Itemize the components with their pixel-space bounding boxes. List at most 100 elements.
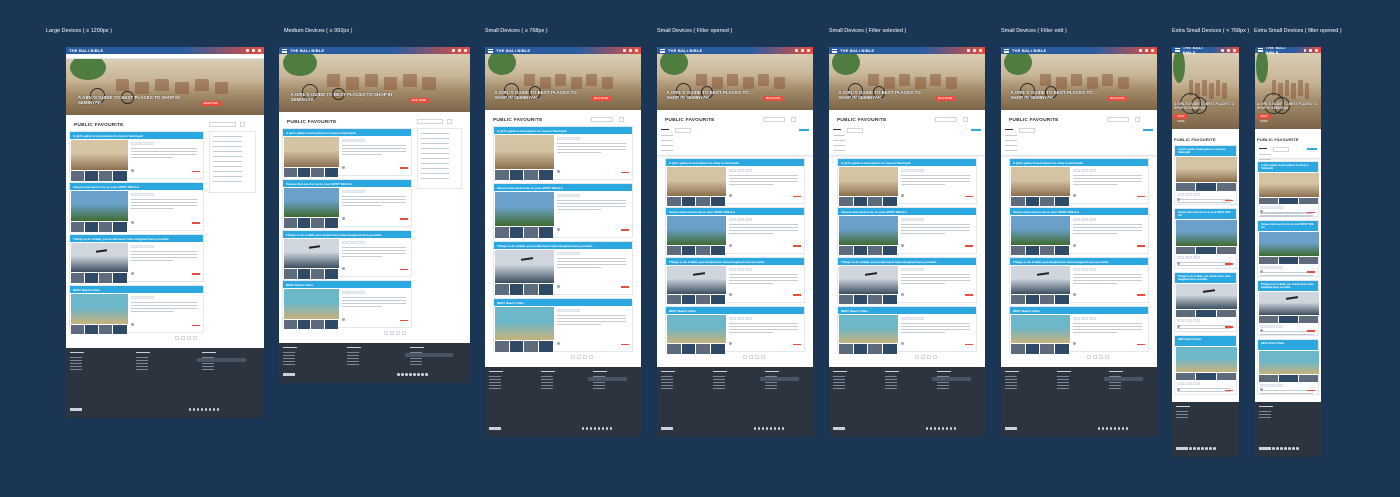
article-card-tag[interactable] <box>900 218 908 222</box>
article-card[interactable]: Venues that need to be on your MUST SEE … <box>1257 220 1319 277</box>
social-icon[interactable] <box>397 373 400 376</box>
article-card-thumbnail[interactable] <box>868 196 883 206</box>
footer-link[interactable] <box>70 366 82 368</box>
article-card-thumbnail[interactable] <box>696 245 711 256</box>
article-card-tag[interactable] <box>572 194 580 198</box>
pagination-item[interactable] <box>576 355 581 359</box>
article-card-tag[interactable] <box>138 193 146 197</box>
filter-checkbox-item[interactable] <box>212 161 243 163</box>
footer-link[interactable] <box>937 385 949 387</box>
footer-link[interactable] <box>346 358 359 360</box>
social-icon[interactable] <box>609 427 613 430</box>
social-icon[interactable] <box>204 408 208 411</box>
article-card-thumbnail[interactable] <box>839 245 853 256</box>
article-card-tag[interactable] <box>728 169 736 172</box>
social-icon[interactable] <box>937 427 941 430</box>
social-icon[interactable] <box>413 373 416 376</box>
social-icon[interactable] <box>765 427 769 430</box>
user-icon[interactable] <box>1315 48 1319 52</box>
pagination-item[interactable] <box>396 331 401 335</box>
read-more-link[interactable] <box>965 195 973 198</box>
article-card-tag[interactable] <box>744 169 752 172</box>
social-icon[interactable] <box>605 427 609 430</box>
user-icon[interactable] <box>807 49 810 52</box>
article-card-tag[interactable] <box>556 251 564 255</box>
social-icon[interactable] <box>601 427 605 430</box>
filter-checkbox-item[interactable] <box>212 151 243 153</box>
article-card-tag[interactable] <box>916 316 924 320</box>
search-icon[interactable] <box>795 49 798 52</box>
social-icon[interactable] <box>417 373 420 376</box>
user-icon[interactable] <box>464 49 467 52</box>
footer-link[interactable] <box>833 385 845 387</box>
article-card-title[interactable]: BEST Beach Clubs <box>1175 335 1236 346</box>
filter-checkbox-item[interactable] <box>212 166 243 168</box>
article-card[interactable]: Venues that need to be on your MUST SEE … <box>282 178 412 228</box>
footer-link[interactable] <box>833 379 845 381</box>
article-card-thumbnail[interactable] <box>1055 344 1069 354</box>
article-card-tag[interactable] <box>1268 265 1275 269</box>
article-card-image[interactable] <box>495 135 554 169</box>
footer-link[interactable] <box>136 357 148 359</box>
article-card-image[interactable] <box>495 249 554 284</box>
article-card-image[interactable] <box>1259 232 1319 256</box>
read-more-link[interactable] <box>1307 271 1315 273</box>
article-card-thumbnail[interactable] <box>99 222 113 232</box>
social-icon[interactable] <box>757 427 761 430</box>
bookmark-icon[interactable] <box>458 49 461 52</box>
social-icon[interactable] <box>1272 447 1275 450</box>
social-icon[interactable] <box>1097 427 1101 430</box>
article-card-thumbnail[interactable] <box>524 284 539 295</box>
social-icon[interactable] <box>933 427 937 430</box>
footer-link[interactable] <box>885 382 897 384</box>
article-card-tag[interactable] <box>357 189 365 193</box>
article-card-tag[interactable] <box>1072 218 1080 222</box>
article-card-image[interactable] <box>1176 157 1237 183</box>
footer-link[interactable] <box>489 388 501 390</box>
article-card-thumbnail[interactable] <box>1025 295 1040 305</box>
read-more-link[interactable] <box>191 324 200 326</box>
article-card-tag[interactable] <box>900 316 908 320</box>
social-icon[interactable] <box>1101 427 1105 430</box>
article-card-thumbnail[interactable] <box>284 269 297 279</box>
article-card-thumbnail[interactable] <box>711 344 725 354</box>
article-card-thumbnail[interactable] <box>509 284 524 295</box>
filter-select[interactable] <box>1019 128 1035 133</box>
user-icon[interactable] <box>258 49 261 52</box>
social-icon[interactable] <box>945 427 949 430</box>
hero-read-more-button[interactable]: READ MORE <box>591 96 612 101</box>
article-card-image[interactable] <box>284 238 339 269</box>
site-logo[interactable]: THE BALI BIBLE <box>290 48 324 53</box>
filter-option[interactable] <box>661 150 673 152</box>
footer-link[interactable] <box>661 388 673 390</box>
footer-link[interactable] <box>410 358 423 360</box>
footer-link[interactable] <box>283 361 295 363</box>
article-card-tag[interactable] <box>357 291 365 295</box>
article-card-tag[interactable] <box>146 244 154 248</box>
social-icon[interactable] <box>929 427 933 430</box>
pagination-item[interactable] <box>192 336 197 340</box>
article-card-tag[interactable] <box>916 169 924 172</box>
article-card-thumbnail[interactable] <box>324 319 338 330</box>
pagination-item[interactable] <box>1086 355 1091 359</box>
footer-link[interactable] <box>541 379 553 381</box>
article-card-thumbnail[interactable] <box>839 344 853 354</box>
article-card-thumbnail[interactable] <box>853 344 868 354</box>
article-card-thumbnail[interactable] <box>311 319 324 330</box>
bookmark-icon[interactable] <box>973 49 976 52</box>
article-card-thumbnail[interactable] <box>284 218 297 228</box>
article-card-tag[interactable] <box>564 137 572 140</box>
article-card-thumbnail[interactable] <box>1176 309 1196 318</box>
read-more-link[interactable] <box>965 294 973 296</box>
social-icon[interactable] <box>585 427 589 430</box>
footer-link[interactable] <box>410 364 423 366</box>
pagination-item[interactable] <box>926 355 931 359</box>
article-card-title[interactable]: A girl's guide to best places to shop in… <box>494 127 632 134</box>
article-card-tag[interactable] <box>341 291 349 295</box>
article-card-tag[interactable] <box>1268 206 1275 210</box>
article-card-thumbnail[interactable] <box>1040 344 1055 354</box>
article-card-title[interactable]: Things to do in Bali, you would never ha… <box>1258 280 1318 291</box>
article-card-thumbnail[interactable] <box>868 245 883 256</box>
article-card-thumbnail[interactable] <box>1040 196 1055 206</box>
article-card-thumbnail[interactable] <box>1259 256 1278 264</box>
